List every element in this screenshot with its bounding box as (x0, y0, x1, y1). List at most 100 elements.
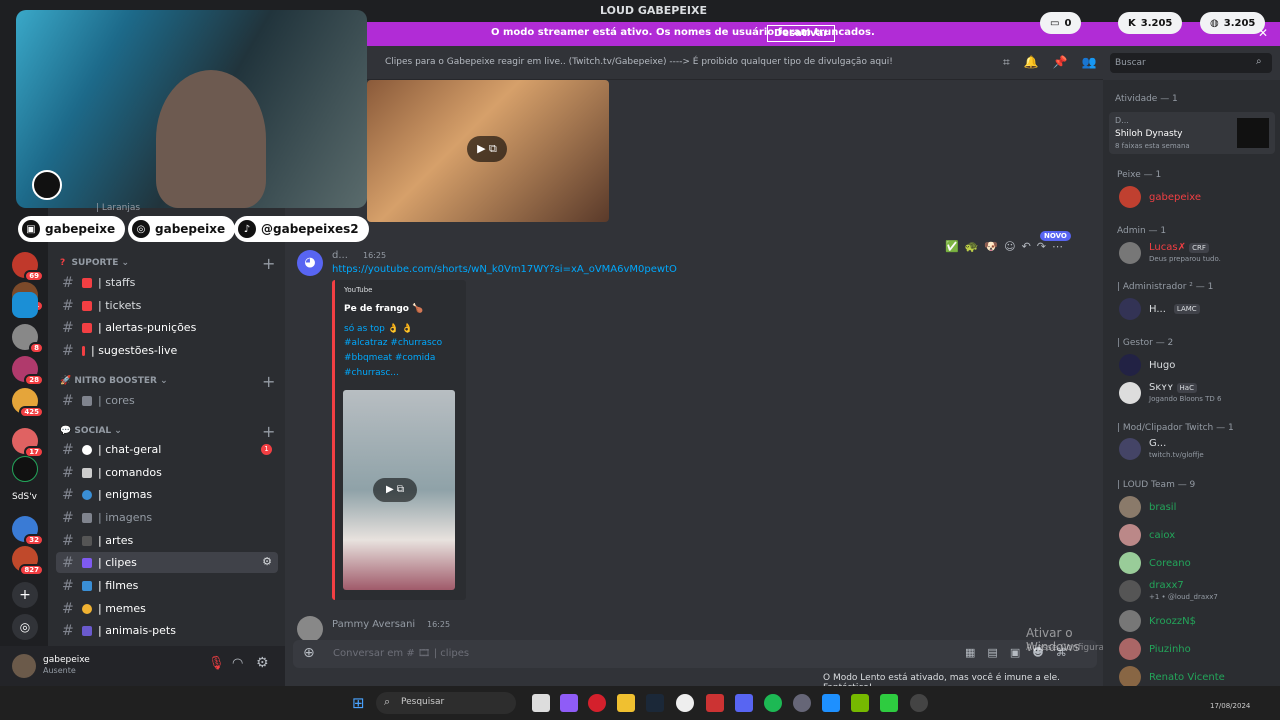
headphones-icon[interactable]: ◠ (232, 656, 243, 671)
taskview-icon[interactable] (532, 694, 550, 712)
settings-icon[interactable] (822, 694, 840, 712)
avatar[interactable] (297, 616, 323, 642)
attach-icon[interactable]: ⊕ (303, 645, 315, 661)
add-reaction-icon[interactable]: ☺ (1004, 240, 1015, 253)
server-icon[interactable]: 32 (12, 516, 44, 546)
gear-icon[interactable]: ⚙ (256, 655, 269, 671)
add-channel-icon[interactable]: + (262, 372, 275, 391)
embed-desc-2[interactable]: #alcatraz #churrasco (344, 338, 442, 348)
mic-muted-icon[interactable]: 🎙 (208, 656, 225, 671)
forward-icon[interactable]: ↷ (1037, 240, 1046, 253)
server-label[interactable]: SdS'v (12, 492, 37, 502)
discord-icon[interactable] (735, 694, 753, 712)
category-nitro-booster[interactable]: 🚀 NITRO BOOSTER ⌄ (60, 376, 168, 386)
server-icon[interactable]: 28 (12, 356, 44, 386)
embed-desc-4[interactable]: #churrasc... (344, 368, 399, 378)
embed-desc-3[interactable]: #bbqmeat #comida (344, 353, 435, 363)
message-author[interactable]: Pammy Aversani (332, 619, 415, 630)
folder-icon[interactable] (617, 694, 635, 712)
video-thumbnail[interactable]: ▶ ⧉ (367, 80, 609, 222)
channel-staffs[interactable]: # | staffs (56, 272, 278, 293)
channel-clipes[interactable]: # | clipes ⚙ (56, 552, 278, 573)
gift-icon[interactable]: ▦ (965, 646, 975, 659)
channel-memes[interactable]: # | memes (56, 598, 278, 619)
member-item[interactable]: G... twitch.tv/gloffje (1119, 438, 1204, 460)
channel-cores[interactable]: # | cores (56, 390, 278, 411)
discord-avatar[interactable]: ◕ (297, 250, 323, 276)
server-icon[interactable] (12, 456, 38, 482)
globe-counter-pill[interactable]: ◍ 3.205 (1200, 12, 1266, 34)
member-item[interactable]: draxx7 +1 • @loud_draxx7 (1119, 580, 1218, 602)
steam-icon[interactable] (646, 694, 664, 712)
threads-icon[interactable]: ⌗ (1003, 55, 1010, 70)
member-item[interactable]: H... LAMC (1119, 298, 1200, 320)
channel-sugestoes-live[interactable]: # | sugestões-live (56, 340, 278, 361)
category-social[interactable]: 💬 SOCIAL ⌄ (60, 426, 122, 436)
member-item[interactable]: Lucas✗ CRF Deus preparou tudo. (1119, 242, 1221, 264)
channel-topic[interactable]: Clipes para o Gabepeixe reagir em live..… (385, 57, 893, 67)
server-icon[interactable] (12, 292, 38, 318)
channel-alertas-punicoes[interactable]: # | alertas-punições (56, 317, 278, 338)
chat-counter-pill[interactable]: ▭ 0 (1040, 12, 1082, 34)
channel-artes[interactable]: # | artes (56, 530, 278, 551)
taskbar-search[interactable]: ⌕ Pesquisar (376, 692, 516, 714)
message-author[interactable]: d... (332, 250, 348, 261)
spotify-icon[interactable] (764, 694, 782, 712)
opera-icon[interactable] (588, 694, 606, 712)
explore-icon[interactable]: ◎ (12, 614, 38, 640)
bell-icon[interactable]: 🔔 (1024, 55, 1039, 70)
member-item[interactable]: Hugo (1119, 354, 1175, 376)
channel-settings-icon[interactable]: ⚙ (262, 555, 272, 568)
windows-start-icon[interactable]: ⊞ (352, 694, 365, 712)
server-icon[interactable]: 69 (12, 252, 44, 282)
gif-icon[interactable]: ▤ (987, 646, 997, 659)
channel-animais-pets[interactable]: # | animais-pets (56, 620, 278, 641)
server-icon[interactable]: 425 (12, 388, 44, 418)
add-channel-icon[interactable]: + (262, 254, 275, 273)
check-reaction-icon[interactable]: ✅ (945, 240, 959, 253)
channel-enigmas[interactable]: # | enigmas (56, 484, 278, 505)
app-icon[interactable] (706, 694, 724, 712)
more-icon[interactable]: ⋯ (1052, 240, 1063, 253)
server-icon[interactable]: 827 (12, 546, 44, 576)
search-box[interactable]: Buscar ⌕ (1110, 53, 1272, 73)
reaction-icon[interactable]: 🐢 (965, 240, 979, 253)
channel-comandos[interactable]: # | comandos (56, 462, 278, 483)
app-icon[interactable] (676, 694, 694, 712)
member-item[interactable]: KroozzN$ (1119, 610, 1196, 632)
search-input[interactable]: Buscar (1115, 58, 1146, 68)
embed-video-thumbnail[interactable]: ▶ ⧉ (343, 390, 455, 590)
obs-icon[interactable] (793, 694, 811, 712)
avatar[interactable] (12, 654, 36, 678)
app-icon[interactable] (560, 694, 578, 712)
member-item[interactable]: caiox (1119, 524, 1175, 546)
reaction-icon[interactable]: 🐶 (984, 240, 998, 253)
members-icon[interactable]: 👥 (1082, 55, 1097, 70)
k-counter-pill[interactable]: K 3.205 (1118, 12, 1183, 34)
app-icon[interactable] (880, 694, 898, 712)
message-input[interactable]: Conversar em # 🎞 | clipes (333, 648, 469, 659)
member-item[interactable]: brasil (1119, 496, 1176, 518)
member-item[interactable]: Coreano (1119, 552, 1191, 574)
server-icon[interactable]: 8 (12, 324, 44, 354)
member-item[interactable]: gabepeixe (1119, 186, 1201, 208)
channel-filmes[interactable]: # | filmes (56, 575, 278, 596)
close-icon[interactable]: ✕ (1258, 26, 1268, 40)
add-server-icon[interactable]: + (12, 582, 38, 608)
member-item[interactable]: Piuzinho (1119, 638, 1191, 660)
channel-tickets[interactable]: # | tickets (56, 295, 278, 316)
channel-imagens[interactable]: # | imagens (56, 507, 278, 528)
nvidia-icon[interactable] (851, 694, 869, 712)
reply-icon[interactable]: ↶ (1022, 240, 1031, 253)
app-icon[interactable] (910, 694, 928, 712)
member-item[interactable]: Renato Vicente (1119, 666, 1225, 688)
pin-icon[interactable]: 📌 (1053, 55, 1068, 70)
sticker-icon[interactable]: ▣ (1010, 646, 1020, 659)
member-item[interactable]: Sᴋʏʏ HaC Jogando Bloons TD 6 (1119, 382, 1221, 404)
embed-title[interactable]: Pe de frango 🍗 (344, 304, 423, 314)
message-link[interactable]: https://youtube.com/shorts/wN_k0Vm17WY?s… (332, 264, 677, 275)
taskbar-search-input[interactable]: Pesquisar (401, 697, 444, 707)
activity-card[interactable]: D... Shiloh Dynasty 8 faixas esta semana (1109, 112, 1275, 154)
disable-streamer-mode-button[interactable]: Desativar (767, 25, 836, 42)
category-suporte[interactable]: ? SUPORTE ⌄ (60, 258, 129, 268)
